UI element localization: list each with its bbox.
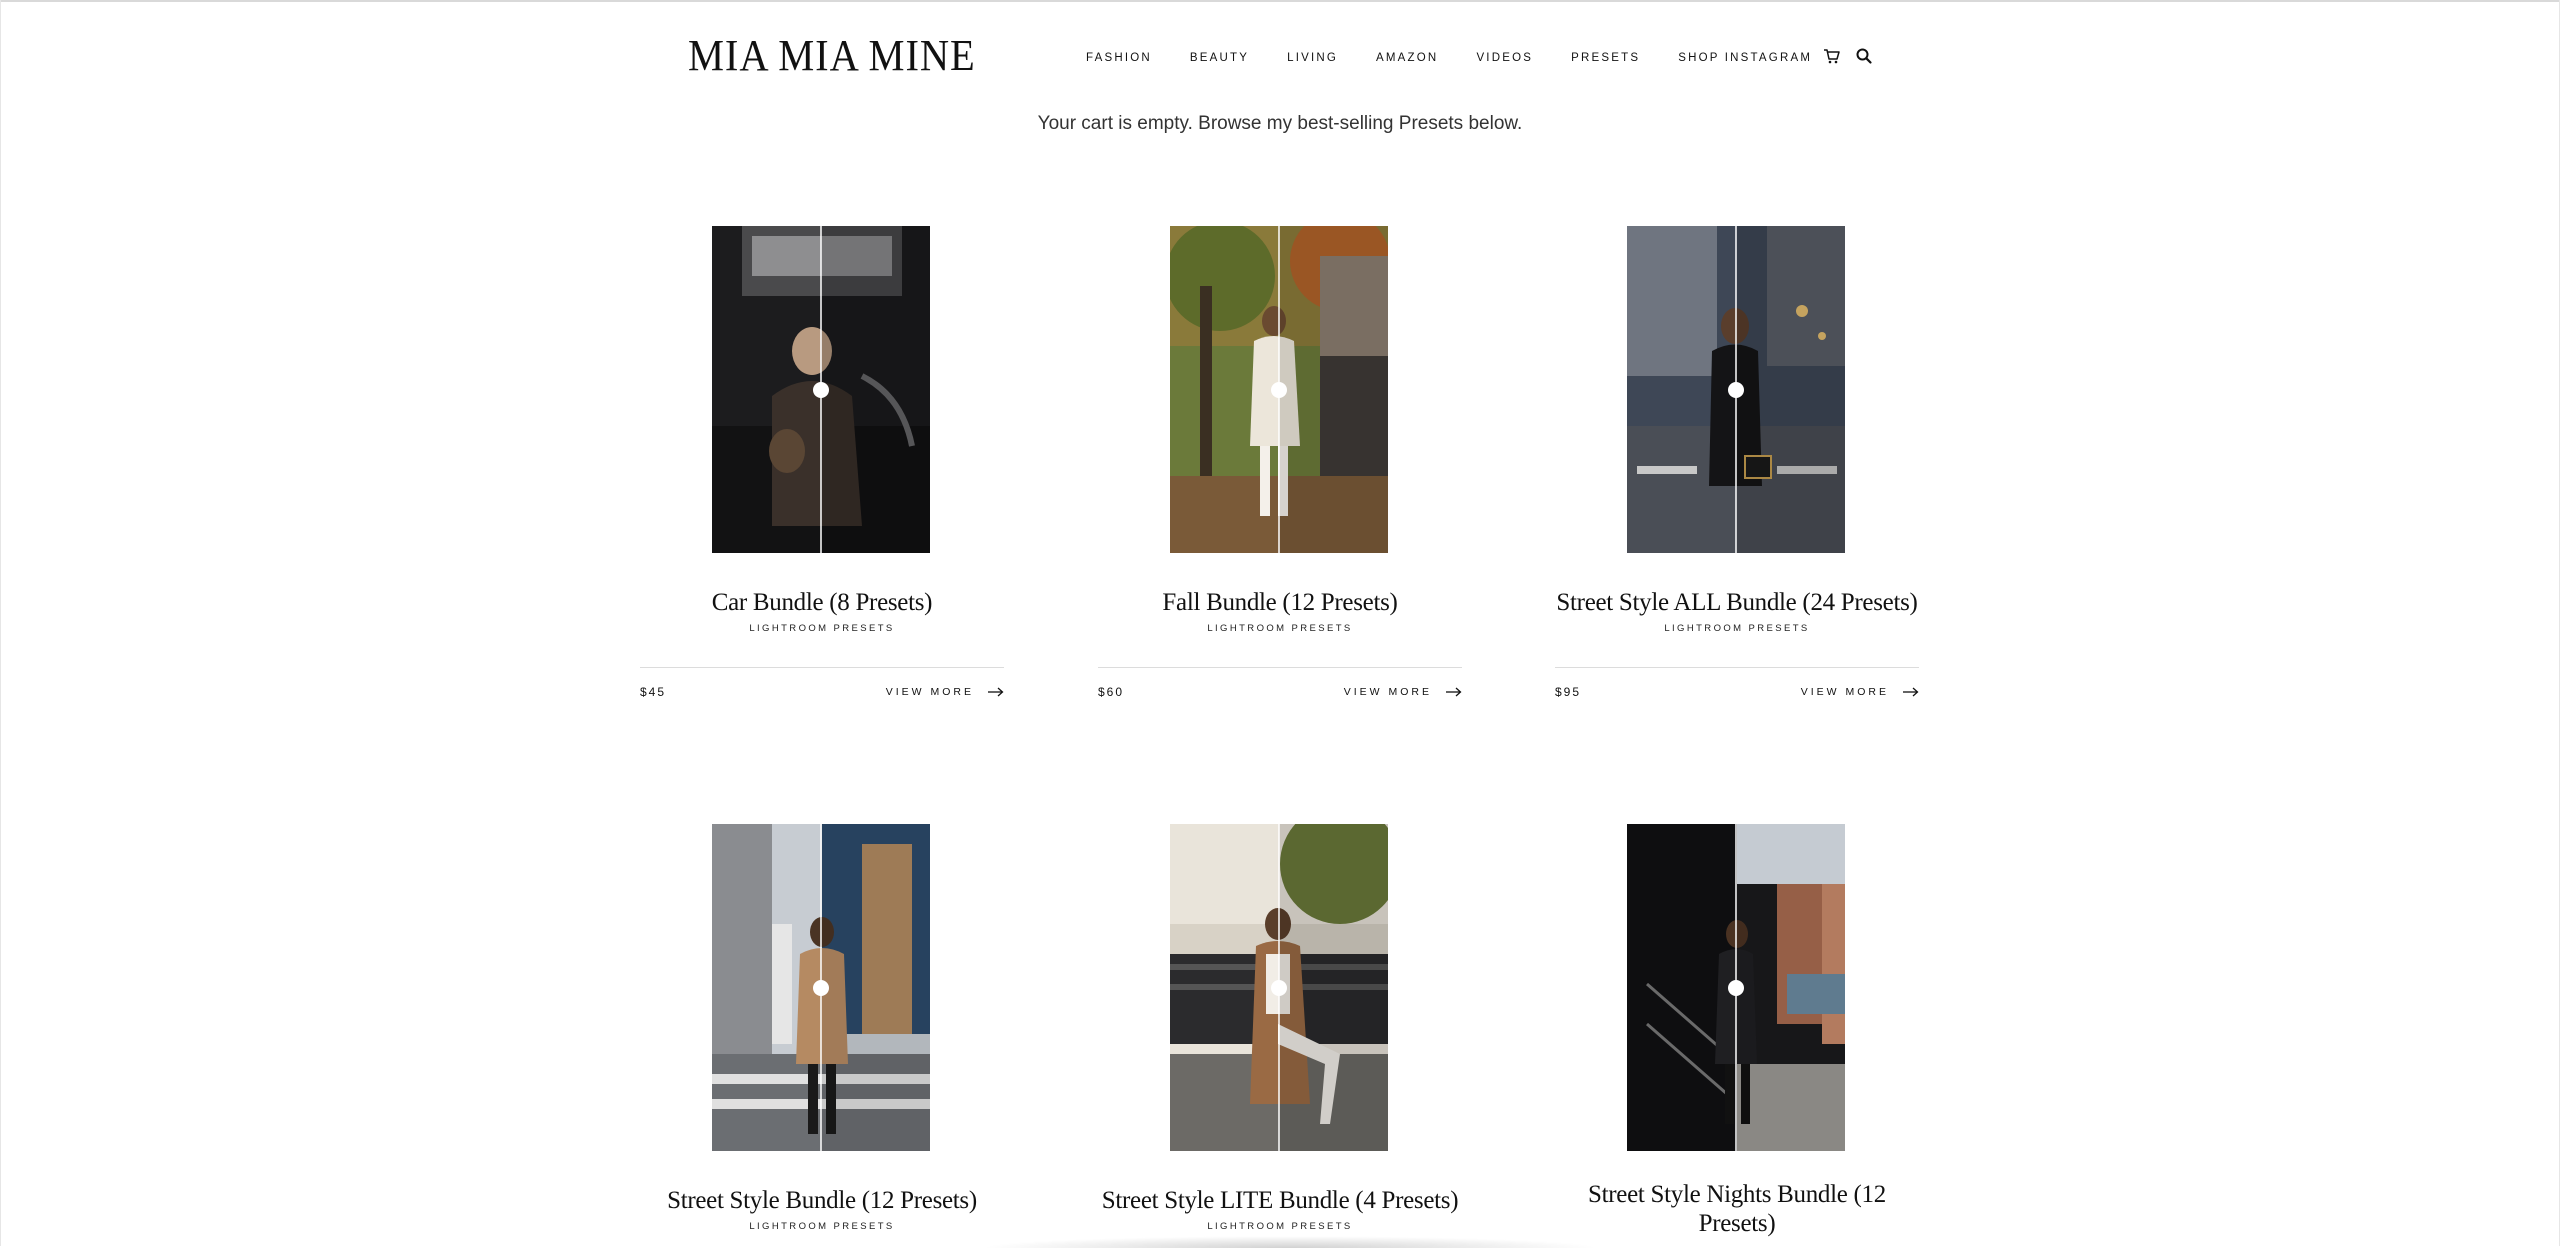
- main-nav: FASHION BEAUTY LIVING AMAZON VIDEOS PRES…: [1086, 48, 1850, 68]
- view-more-link[interactable]: VIEW MORE: [886, 684, 1004, 700]
- product-price: $45: [640, 685, 667, 699]
- product-image-compare[interactable]: [1627, 226, 1845, 553]
- view-more-link[interactable]: VIEW MORE: [1344, 684, 1462, 700]
- cart-icon[interactable]: [1822, 46, 1842, 66]
- arrow-right-icon: [1903, 687, 1919, 697]
- product-title[interactable]: Fall Bundle (12 Presets): [1098, 588, 1462, 617]
- cart-empty-message: Your cart is empty. Browse my best-selli…: [1037, 113, 1523, 134]
- product-title[interactable]: Street Style Bundle (12 Presets): [640, 1186, 1004, 1215]
- view-more-label: VIEW MORE: [1800, 686, 1889, 698]
- view-more-label: VIEW MORE: [1343, 686, 1432, 698]
- nav-living[interactable]: LIVING: [1287, 48, 1338, 68]
- view-more-label: VIEW MORE: [885, 686, 974, 698]
- product-image-compare[interactable]: [1170, 226, 1388, 553]
- window-left-border: [0, 0, 1, 1246]
- bottom-scroll-shadow: [980, 1236, 1600, 1248]
- nav-fashion[interactable]: FASHION: [1086, 48, 1152, 68]
- product-subtitle: LIGHTROOM PRESETS: [1207, 623, 1353, 634]
- search-icon[interactable]: [1854, 46, 1874, 66]
- arrow-right-icon: [988, 687, 1004, 697]
- product-subtitle: LIGHTROOM PRESETS: [749, 1221, 895, 1232]
- product-title[interactable]: Street Style ALL Bundle (24 Presets): [1527, 588, 1947, 617]
- product-subtitle: LIGHTROOM PRESETS: [1664, 623, 1810, 634]
- product-image-compare[interactable]: [712, 226, 930, 553]
- window-top-border: [0, 0, 2560, 2]
- site-logo[interactable]: MIA MIA MINE: [688, 30, 976, 82]
- divider: [640, 667, 1004, 668]
- product-title[interactable]: Street Style Nights Bundle (12 Presets): [1585, 1180, 1889, 1238]
- nav-videos[interactable]: VIDEOS: [1476, 48, 1533, 68]
- view-more-link[interactable]: VIEW MORE: [1801, 684, 1919, 700]
- product-subtitle: LIGHTROOM PRESETS: [1207, 1221, 1353, 1232]
- arrow-right-icon: [1446, 687, 1462, 697]
- product-price: $95: [1555, 685, 1582, 699]
- product-price: $60: [1098, 685, 1125, 699]
- nav-beauty[interactable]: BEAUTY: [1190, 48, 1249, 68]
- nav-presets[interactable]: PRESETS: [1571, 48, 1640, 68]
- product-subtitle: LIGHTROOM PRESETS: [749, 623, 895, 634]
- product-title[interactable]: Street Style LITE Bundle (4 Presets): [1070, 1186, 1490, 1215]
- header-icons: [1822, 46, 1874, 66]
- product-title[interactable]: Car Bundle (8 Presets): [640, 588, 1004, 617]
- product-image-compare[interactable]: [1627, 824, 1845, 1151]
- nav-amazon[interactable]: AMAZON: [1376, 48, 1438, 68]
- nav-shop-instagram[interactable]: SHOP INSTAGRAM: [1678, 48, 1812, 68]
- product-image-compare[interactable]: [1170, 824, 1388, 1151]
- divider: [1555, 667, 1919, 668]
- divider: [1098, 667, 1462, 668]
- product-image-compare[interactable]: [712, 824, 930, 1151]
